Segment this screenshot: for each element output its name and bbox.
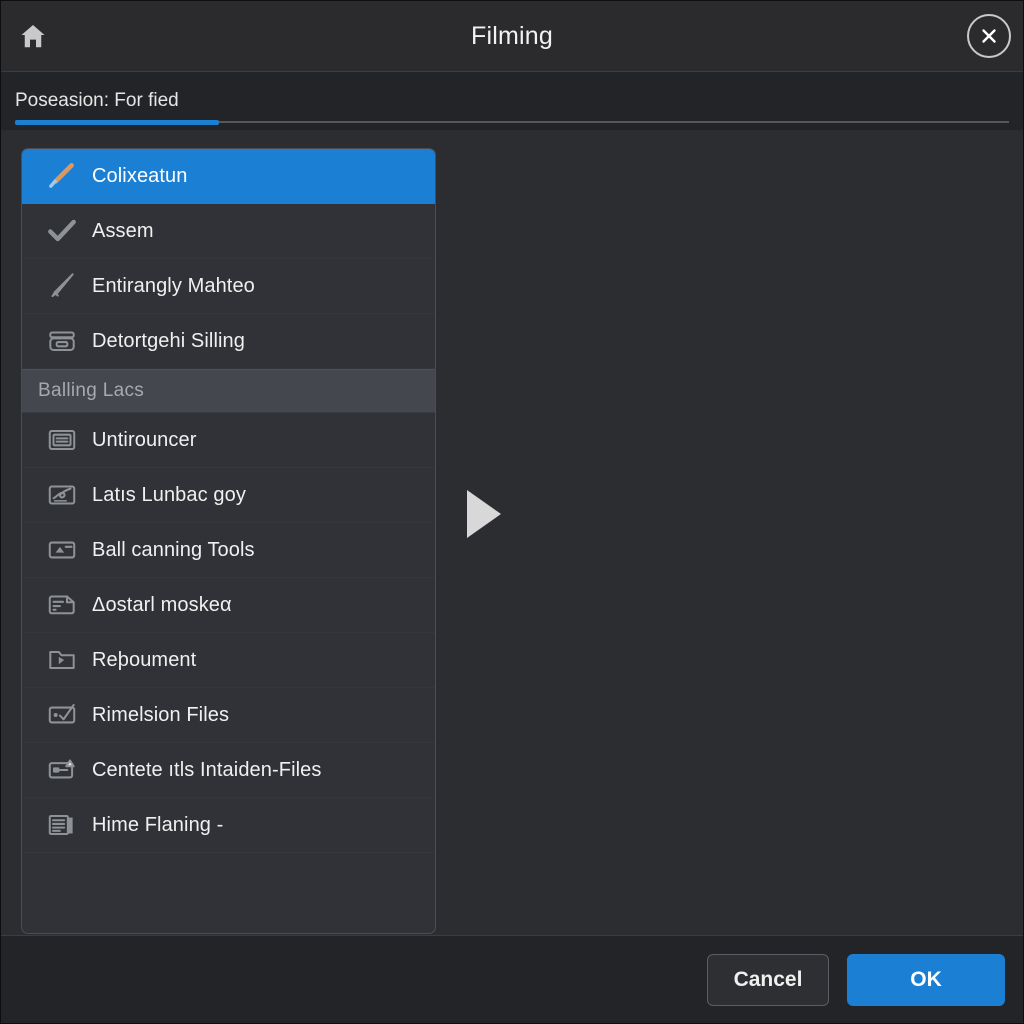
list-item-label: Entirangly Mahteo bbox=[92, 274, 255, 297]
tab-label: Poseasion: For fied bbox=[15, 90, 179, 111]
list-group-header: Balling Lacs bbox=[22, 369, 435, 413]
list-item-label: Untirouncer bbox=[92, 428, 197, 451]
list-item[interactable]: Assem bbox=[22, 204, 435, 259]
list-item[interactable]: Reϸoument bbox=[22, 633, 435, 688]
list-group-header-label: Balling Lacs bbox=[38, 380, 145, 401]
dialog-window: Filming Poseasion: For fied Colixeatun A… bbox=[0, 0, 1024, 1024]
list-item[interactable]: Rimelsion Files bbox=[22, 688, 435, 743]
home-button[interactable] bbox=[13, 16, 53, 56]
list-item[interactable]: Ball canning Tools bbox=[22, 523, 435, 578]
close-button[interactable] bbox=[967, 14, 1011, 58]
list-item[interactable]: Untirouncer bbox=[22, 413, 435, 468]
list-item-label: Reϸoument bbox=[92, 648, 197, 671]
list-item[interactable]: Latıs Lunbac goy bbox=[22, 468, 435, 523]
list-item-label: Latıs Lunbac goy bbox=[92, 483, 246, 506]
card-check-icon bbox=[38, 698, 86, 732]
pen-diagonal-icon bbox=[38, 159, 86, 193]
close-icon bbox=[977, 24, 1001, 48]
list-item-label: Δostarl moskeα bbox=[92, 593, 232, 616]
list-item-label: Assem bbox=[92, 219, 154, 242]
page-title: Filming bbox=[471, 21, 553, 50]
options-list-panel[interactable]: Colixeatun Assem Entirangly Mahteo Detor… bbox=[21, 148, 436, 934]
folder-arrow-icon bbox=[38, 643, 86, 677]
card-badge-icon bbox=[38, 753, 86, 787]
play-triangle-icon[interactable] bbox=[467, 490, 501, 538]
list-item[interactable]: Δostarl moskeα bbox=[22, 578, 435, 633]
card-note-icon bbox=[38, 588, 86, 622]
brush-icon bbox=[38, 269, 86, 303]
dialog-body: Colixeatun Assem Entirangly Mahteo Detor… bbox=[1, 130, 1023, 935]
list-item-label: Centete ıtls Intaiden-Files bbox=[92, 758, 322, 781]
list-item-label: Hime Flaning - bbox=[92, 813, 224, 836]
title-bar: Filming bbox=[1, 1, 1023, 72]
list-item-label: Ball canning Tools bbox=[92, 538, 255, 561]
card-lines-icon bbox=[38, 423, 86, 457]
list-item[interactable]: Hime Flaning - bbox=[22, 798, 435, 853]
cancel-button[interactable]: Cancel bbox=[707, 953, 829, 1006]
tab-active-indicator bbox=[15, 120, 219, 125]
stamp-icon bbox=[38, 324, 86, 358]
tab-strip: Poseasion: For fied bbox=[1, 72, 1023, 130]
home-icon bbox=[18, 21, 48, 51]
list-item-label: Rimelsion Files bbox=[92, 703, 230, 726]
list-item[interactable]: Colixeatun bbox=[22, 149, 435, 204]
ok-button[interactable]: OK bbox=[847, 953, 1005, 1006]
list-item[interactable]: Entirangly Mahteo bbox=[22, 259, 435, 314]
card-upload-icon bbox=[38, 533, 86, 567]
list-panel-filler bbox=[22, 853, 435, 933]
preview-pane bbox=[436, 148, 1007, 935]
list-item-label: Colixeatun bbox=[92, 164, 188, 187]
checkmark-icon bbox=[38, 214, 86, 248]
document-book-icon bbox=[38, 808, 86, 842]
card-signature-icon bbox=[38, 478, 86, 512]
list-item[interactable]: Detortgehi Silling bbox=[22, 314, 435, 369]
dialog-footer: Cancel OK bbox=[1, 935, 1023, 1023]
list-item[interactable]: Centete ıtls Intaiden-Files bbox=[22, 743, 435, 798]
list-item-label: Detortgehi Silling bbox=[92, 329, 245, 352]
